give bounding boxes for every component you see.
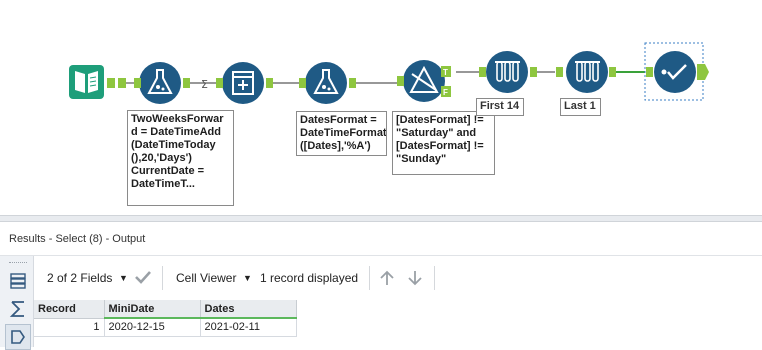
filter-annotation: [DatesFormat] != "Saturday" and [DatesFo… bbox=[392, 111, 495, 175]
input-data-tool[interactable] bbox=[69, 65, 104, 99]
viewer-chevron-down-icon[interactable]: ▼ bbox=[243, 273, 252, 283]
input-anchor[interactable] bbox=[118, 78, 126, 88]
results-title: Results - Select (8) - Output bbox=[9, 233, 146, 245]
results-grid: Record MiniDate Dates 1 2020-12-15 2021-… bbox=[34, 300, 297, 337]
sigma-icon[interactable] bbox=[5, 296, 31, 322]
results-header: Results - Select (8) - Output bbox=[0, 222, 762, 256]
input-anchor[interactable] bbox=[216, 78, 223, 88]
output-anchor[interactable] bbox=[266, 78, 273, 88]
output-anchor[interactable] bbox=[349, 78, 356, 88]
formula2-annotation: DatesFormat = DateTimeFormat ([Dates],'%… bbox=[296, 111, 387, 156]
workflow-canvas[interactable]: Σ T F TwoWeeksForwar d = DateTimeAdd (Da… bbox=[0, 0, 762, 215]
filter-false-label: F bbox=[443, 88, 448, 97]
summarize-tool[interactable] bbox=[222, 62, 264, 104]
column-header-record[interactable]: Record bbox=[34, 300, 105, 319]
output-anchor[interactable] bbox=[183, 78, 190, 88]
input-anchor[interactable] bbox=[556, 67, 563, 77]
filter-tool[interactable] bbox=[403, 60, 445, 102]
sample-tool-last[interactable] bbox=[566, 51, 608, 93]
toolbar-divider bbox=[369, 266, 370, 290]
select-tool[interactable] bbox=[654, 51, 696, 93]
apply-check-icon[interactable] bbox=[134, 269, 152, 288]
record-cell: 1 bbox=[34, 318, 105, 337]
output-anchor[interactable] bbox=[697, 64, 709, 80]
fields-dropdown[interactable]: 2 of 2 Fields bbox=[47, 271, 112, 285]
output-anchor[interactable] bbox=[609, 67, 616, 77]
formula1-annotation: TwoWeeksForwar d = DateTimeAdd (DateTime… bbox=[127, 110, 234, 206]
column-header-dates[interactable]: Dates bbox=[200, 300, 297, 319]
results-side-strip bbox=[0, 256, 34, 350]
filter-true-label: T bbox=[443, 68, 448, 77]
sample2-annotation: Last 1 bbox=[560, 98, 601, 116]
input-anchor[interactable] bbox=[299, 78, 306, 88]
formula-tool-1[interactable] bbox=[139, 62, 181, 104]
workflow-diagram: Σ T F bbox=[69, 42, 709, 104]
input-anchor[interactable] bbox=[479, 67, 486, 77]
output-view-icon[interactable] bbox=[5, 324, 31, 350]
dates-cell[interactable]: 2021-02-11 bbox=[200, 318, 297, 337]
drag-grip-icon[interactable] bbox=[9, 262, 27, 264]
input-anchor[interactable] bbox=[134, 78, 141, 88]
table-view-icon[interactable] bbox=[5, 268, 31, 294]
input-anchor[interactable] bbox=[397, 76, 404, 86]
sigma-connector-icon: Σ bbox=[201, 78, 208, 91]
toolbar-divider bbox=[434, 266, 435, 290]
records-displayed: 1 record displayed bbox=[260, 271, 359, 285]
arrow-down-icon[interactable] bbox=[407, 269, 423, 290]
sample-tool-first[interactable] bbox=[486, 51, 528, 93]
output-anchor[interactable] bbox=[530, 67, 537, 77]
pane-splitter[interactable] bbox=[0, 215, 762, 222]
minidate-cell[interactable]: 2020-12-15 bbox=[104, 318, 201, 337]
output-anchor[interactable] bbox=[107, 78, 115, 88]
formula-tool-2[interactable] bbox=[305, 62, 347, 104]
sample1-annotation: First 14 bbox=[476, 98, 524, 116]
input-anchor[interactable] bbox=[646, 67, 653, 77]
arrow-up-icon[interactable] bbox=[379, 269, 395, 290]
toolbar-divider bbox=[162, 266, 163, 290]
fields-chevron-down-icon[interactable]: ▼ bbox=[119, 273, 128, 283]
column-header-minidate[interactable]: MiniDate bbox=[104, 300, 201, 319]
table-row[interactable]: 1 2020-12-15 2021-02-11 bbox=[34, 318, 297, 337]
cell-viewer-dropdown[interactable]: Cell Viewer bbox=[176, 271, 236, 285]
results-toolbar: 2 of 2 Fields ▼ Cell Viewer ▼ 1 record d… bbox=[34, 256, 762, 299]
